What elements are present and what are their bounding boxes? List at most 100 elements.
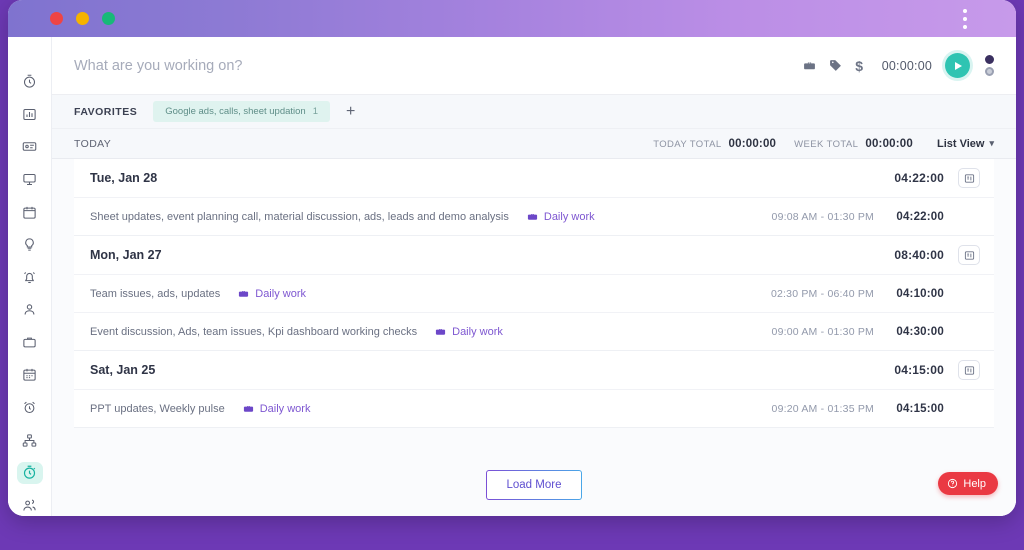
play-icon: [955, 61, 962, 70]
entry-end-time: 01:30 PM: [827, 210, 874, 223]
sidebar-item-alerts[interactable]: [17, 266, 43, 288]
entry-end-time: 06:40 PM: [827, 287, 874, 300]
entry-project[interactable]: Daily work: [527, 211, 595, 223]
monitor-icon: [22, 172, 37, 187]
entry-time-range[interactable]: 09:00 AM - 01:30 PM: [772, 326, 874, 338]
start-timer-button[interactable]: [945, 53, 970, 78]
favorites-label: FAVORITES: [74, 105, 138, 118]
entry-time-info: 09:08 AM - 01:30 PM 04:22:00: [772, 211, 980, 223]
day-header: Tue, Jan 28 04:22:00: [74, 159, 994, 197]
users-icon: [22, 498, 37, 513]
day-summary: 04:22:00: [894, 168, 980, 188]
day-total: 04:22:00: [894, 171, 944, 185]
sidebar-item-members[interactable]: [17, 299, 43, 321]
day-total: 08:40:00: [894, 248, 944, 262]
sidebar-item-reminders[interactable]: [17, 397, 43, 419]
day-date: Mon, Jan 27: [90, 248, 162, 262]
entry-time-info: 09:00 AM - 01:30 PM 04:30:00: [772, 326, 980, 338]
list-options-icon[interactable]: [958, 168, 980, 188]
favorite-chip-text: Google ads, calls, sheet updation: [165, 106, 306, 117]
entry-start-time: 09:08 AM: [771, 210, 818, 223]
entry-project-label: Daily work: [255, 287, 306, 300]
calendar-icon: [22, 367, 37, 382]
list-footer: Load More Help: [52, 454, 1016, 516]
entry-start-time: 09:00 AM: [771, 325, 818, 338]
entry-duration: 04:10:00: [896, 287, 944, 300]
timer-mode-toggle[interactable]: [985, 55, 994, 76]
time-entry-row[interactable]: Event discussion, Ads, team issues, Kpi …: [74, 312, 994, 350]
help-button[interactable]: Help: [938, 472, 998, 495]
today-total: TODAY TOTAL 00:00:00: [653, 138, 776, 150]
entry-description: Event discussion, Ads, team issues, Kpi …: [90, 325, 418, 338]
briefcase-icon[interactable]: [803, 59, 816, 72]
day-header: Sat, Jan 25 04:15:00: [74, 351, 994, 389]
totals-group: TODAY TOTAL 00:00:00 WEEK TOTAL 00:00:00…: [653, 138, 994, 150]
day-summary: 08:40:00: [894, 245, 980, 265]
totals-bar: TODAY TODAY TOTAL 00:00:00 WEEK TOTAL 00…: [52, 129, 1016, 159]
entry-project[interactable]: Daily work: [238, 288, 306, 300]
view-mode-dropdown[interactable]: List View ▾: [937, 138, 994, 150]
entry-project-label: Daily work: [259, 402, 311, 415]
day-group: Tue, Jan 28 04:22:00 Sheet updates, event …: [74, 159, 994, 236]
entry-time-info: 02:30 PM - 06:40 PM 04:10:00: [771, 288, 980, 300]
time-entry-row[interactable]: PPT updates, Weekly pulse Daily work 09:20…: [74, 389, 994, 427]
stopwatch-icon: [22, 74, 37, 89]
sidebar-item-teams[interactable]: [17, 429, 43, 451]
sidebar-rail: [8, 37, 52, 516]
sidebar-item-timer[interactable]: [17, 71, 43, 93]
window-titlebar: [8, 0, 1016, 37]
sidebar-item-calendar-box[interactable]: [17, 201, 43, 223]
briefcase-icon: [527, 211, 538, 222]
timer-toolbar: $ 00:00:00: [52, 37, 1016, 95]
today-total-value: 00:00:00: [728, 137, 777, 150]
list-options-icon[interactable]: [958, 245, 980, 265]
maximize-window-button[interactable]: [102, 12, 115, 25]
sidebar-item-projects[interactable]: [17, 332, 43, 354]
chevron-down-icon: ▾: [989, 138, 994, 148]
favorite-chip-count: 1: [312, 106, 319, 117]
close-window-button[interactable]: [50, 12, 63, 25]
sidebar-item-clients[interactable]: [17, 495, 43, 516]
favorite-chip[interactable]: Google ads, calls, sheet updation 1: [153, 101, 331, 122]
timer-mode-option[interactable]: [985, 55, 994, 64]
sidebar-item-reports[interactable]: [17, 104, 43, 126]
entry-time-range[interactable]: 02:30 PM - 06:40 PM: [771, 288, 874, 300]
entry-time-info: 09:20 AM - 01:35 PM 04:15:00: [772, 403, 980, 415]
minimize-window-button[interactable]: [76, 12, 89, 25]
entry-project[interactable]: Daily work: [243, 402, 311, 415]
tag-icon[interactable]: [829, 59, 842, 72]
entry-duration: 04:15:00: [896, 402, 944, 415]
entry-time-range[interactable]: 09:08 AM - 01:30 PM: [772, 211, 874, 223]
entry-start-time: 09:20 AM: [771, 402, 818, 415]
entry-description: Team issues, ads, updates: [90, 287, 221, 300]
entry-description: Sheet updates, event planning call, mate…: [90, 210, 509, 223]
entry-range-dash: -: [820, 287, 825, 300]
task-description-input[interactable]: [52, 57, 804, 74]
entry-time-range[interactable]: 09:20 AM - 01:35 PM: [772, 403, 874, 415]
billable-toggle[interactable]: $: [855, 58, 863, 74]
view-mode-label: List View: [936, 137, 985, 150]
entry-range-dash: -: [820, 210, 825, 223]
list-options-icon[interactable]: [958, 360, 980, 380]
sidebar-item-activity[interactable]: [17, 234, 43, 256]
entry-description: PPT updates, Weekly pulse: [90, 402, 225, 415]
week-total: WEEK TOTAL 00:00:00: [794, 138, 913, 150]
kebab-menu-icon[interactable]: [958, 7, 972, 31]
entry-project[interactable]: Daily work: [435, 326, 503, 338]
today-total-caption: TODAY TOTAL: [653, 138, 722, 150]
add-favorite-button[interactable]: +: [346, 103, 355, 120]
time-entries-list: Tue, Jan 28 04:22:00 Sheet updates, event …: [52, 159, 1016, 454]
sidebar-item-screenshots[interactable]: [17, 169, 43, 191]
today-label: TODAY: [74, 137, 112, 150]
load-more-button[interactable]: Load More: [486, 470, 583, 500]
time-entry-row[interactable]: Sheet updates, event planning call, mate…: [74, 197, 994, 235]
stopwatch-icon: [22, 465, 37, 480]
sidebar-item-schedule[interactable]: [17, 364, 43, 386]
briefcase-icon: [243, 403, 254, 414]
sidebar-item-time-track[interactable]: [16, 461, 43, 484]
sidebar-item-timesheet[interactable]: [17, 136, 43, 158]
manual-mode-option[interactable]: [985, 67, 994, 76]
day-header: Mon, Jan 27 08:40:00: [74, 236, 994, 274]
time-entry-row[interactable]: Team issues, ads, updates Daily work 02:30…: [74, 274, 994, 312]
id-card-icon: [22, 139, 37, 154]
